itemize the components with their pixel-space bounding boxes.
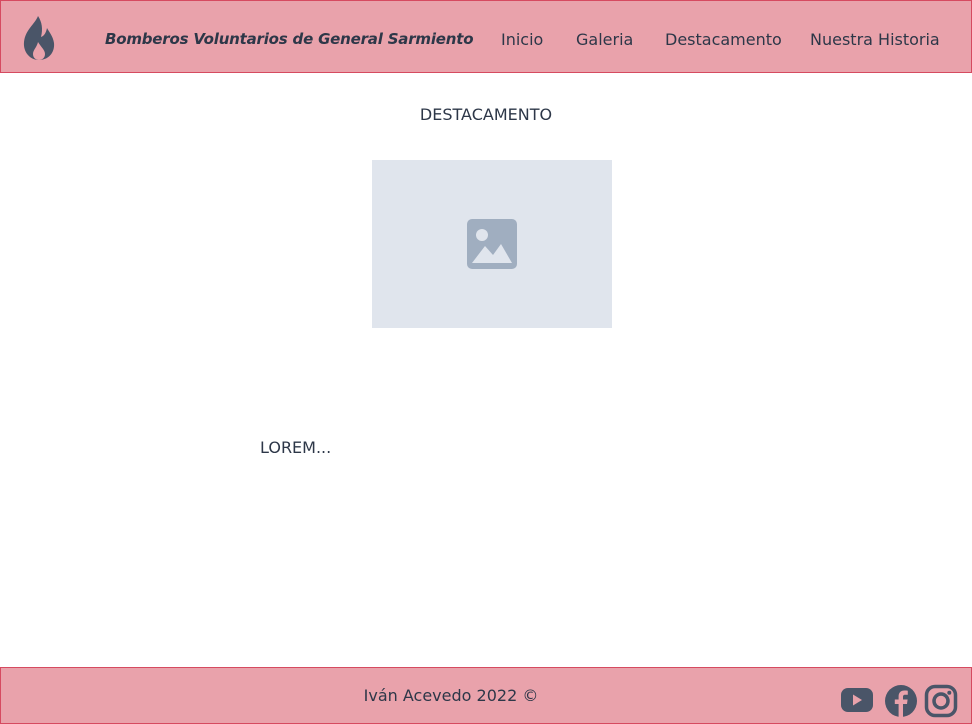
page-title-text: DESTACAMENTO [419,105,553,124]
image-placeholder-icon [467,219,517,269]
facebook-icon[interactable] [884,684,918,718]
nav-link-nuestra-historia[interactable]: Nuestra Historia [810,30,940,49]
footer: Iván Acevedo 2022 © [0,667,972,724]
body-text: LOREM... [260,438,332,457]
copyright-text: Iván Acevedo 2022 © [363,686,539,705]
instagram-icon[interactable] [924,684,958,718]
image-placeholder [372,160,612,328]
site-title[interactable]: Bomberos Voluntarios de General Sarmient… [105,30,474,48]
flame-icon[interactable] [21,15,57,61]
nav-link-destacamento[interactable]: Destacamento [665,30,782,49]
nav-link-inicio[interactable]: Inicio [501,30,543,49]
navbar: Bomberos Voluntarios de General Sarmient… [0,0,972,73]
nav-link-galeria[interactable]: Galeria [576,30,633,49]
youtube-icon[interactable] [840,687,874,713]
page-title: DESTACAMENTO [0,105,972,124]
